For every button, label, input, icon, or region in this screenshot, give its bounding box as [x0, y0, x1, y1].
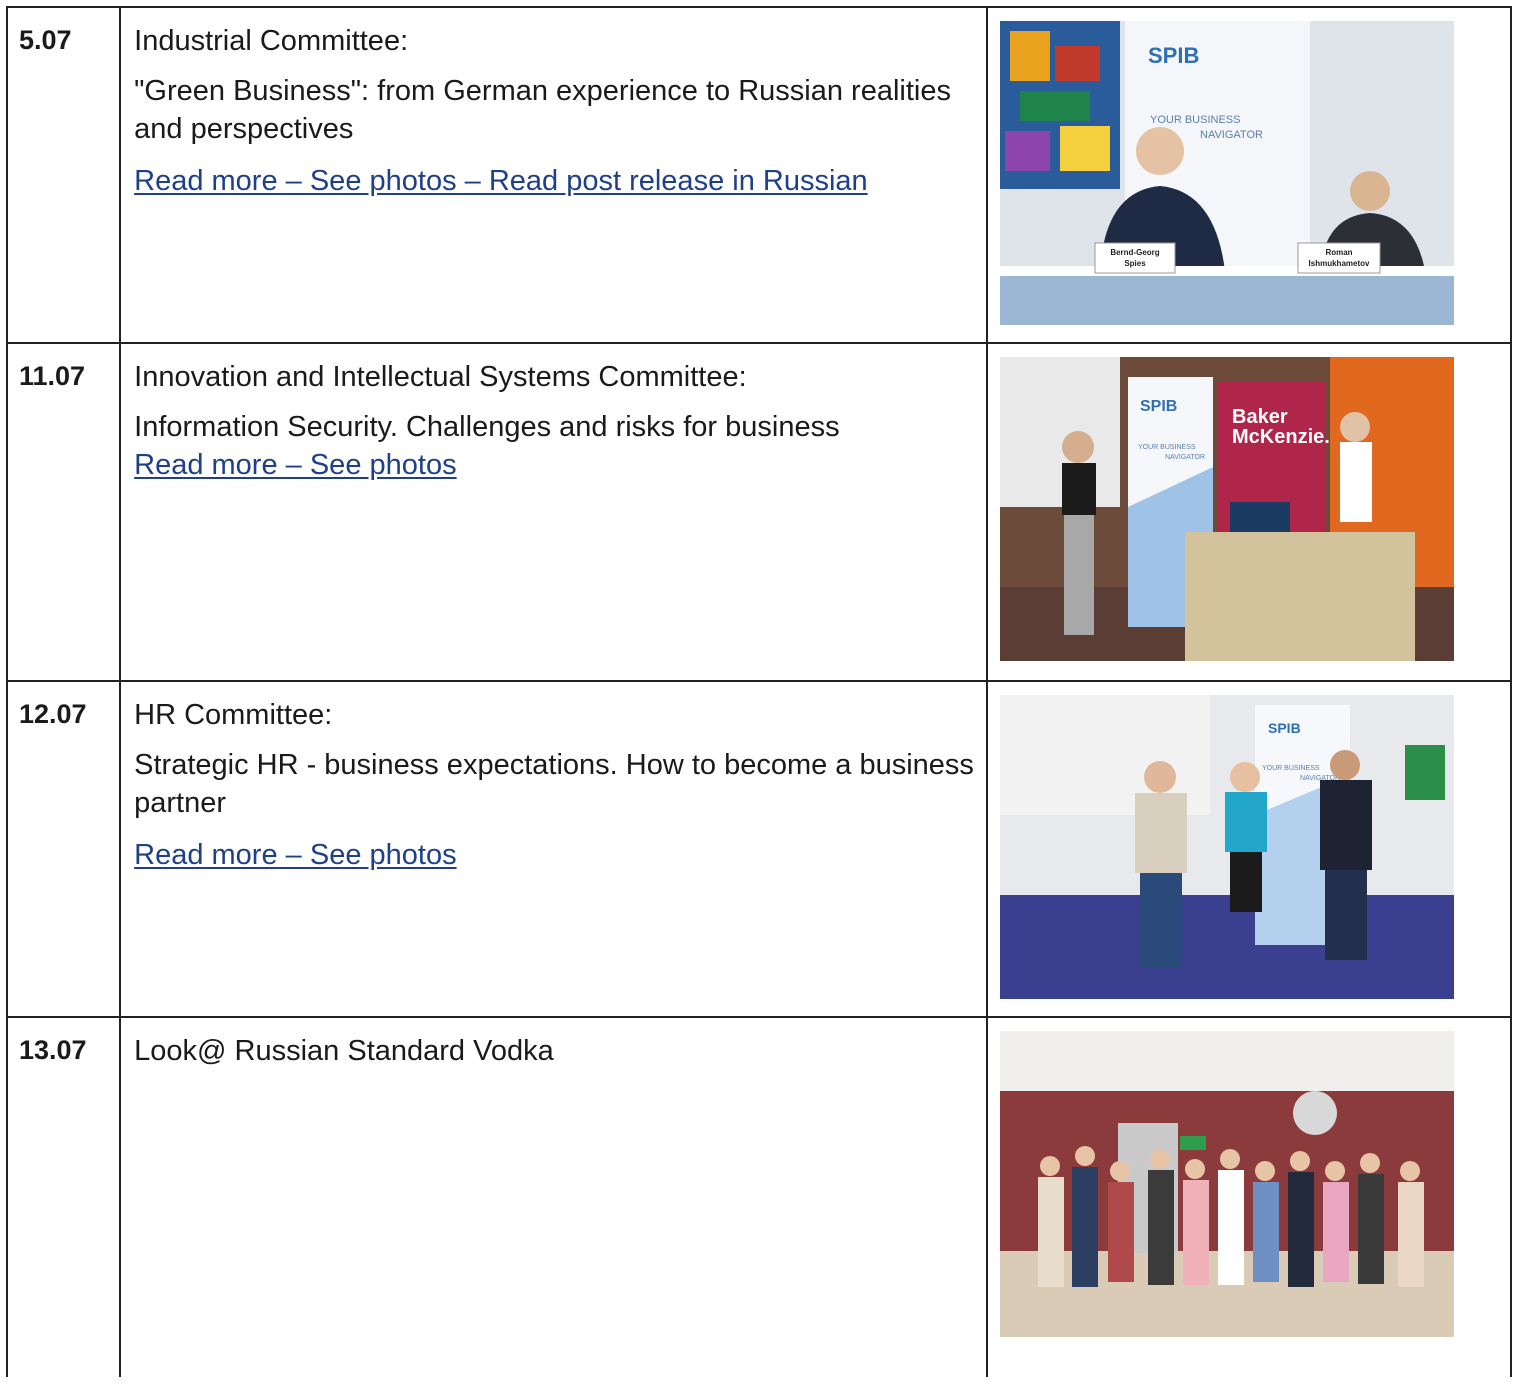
event-date: 5.07: [5, 6, 122, 344]
committee-name: Innovation and Intellectual Systems Comm…: [134, 361, 747, 393]
event-links: Read more – See photos: [134, 446, 976, 484]
event-description: Look@ Russian Standard Vodka: [119, 1016, 989, 1377]
event-photo-cell: [986, 1016, 1512, 1377]
committee-name: Industrial Committee:: [134, 25, 409, 57]
event-description: Innovation and Intellectual Systems Comm…: [119, 342, 989, 682]
read-more-link[interactable]: Read more: [134, 839, 277, 871]
event-description: HR Committee: Strategic HR - business ex…: [119, 680, 989, 1018]
table-row: 12.07 HR Committee: Strategic HR - busin…: [5, 680, 1512, 1018]
read-more-link[interactable]: Read more: [134, 165, 286, 197]
event-topic: "Green Business": from German experience…: [134, 75, 951, 145]
banner-brand: SPIB: [1140, 398, 1177, 415]
event-photo-cell: SPIB YOUR BUSINESS NAVIGATOR Bernd-Georg…: [986, 6, 1512, 344]
event-description: Industrial Committee: "Green Business": …: [119, 6, 989, 344]
event-date: 12.07: [5, 680, 122, 1018]
nameplate-2-line1: Roman: [1326, 248, 1353, 257]
banner-line1: YOUR BUSINESS: [1138, 444, 1196, 451]
event-photo: SPIB YOUR BUSINESS NAVIGATOR Bernd-Georg…: [1000, 21, 1455, 325]
sponsor-line1: Baker: [1232, 406, 1288, 428]
committee-name: Look@ Russian Standard Vodka: [134, 1035, 554, 1067]
event-photo: SPIB YOUR BUSINESS NAVIGATOR Baker McKen…: [1000, 357, 1455, 661]
event-date: 13.07: [5, 1016, 122, 1377]
table-row: 5.07 Industrial Committee: "Green Busine…: [5, 6, 1512, 344]
event-photo: [1000, 1031, 1455, 1337]
nameplate-1-line1: Bernd-Georg: [1111, 248, 1160, 257]
event-photo-cell: SPIB YOUR BUSINESS NAVIGATOR: [986, 680, 1512, 1018]
table-row: 11.07 Innovation and Intellectual System…: [5, 342, 1512, 682]
table-row: 13.07 Look@ Russian Standard Vodka: [5, 1016, 1512, 1377]
see-photos-link[interactable]: – See photos: [278, 839, 457, 871]
nameplate-1-line2: Spies: [1125, 259, 1147, 268]
banner-line1: YOUR BUSINESS: [1262, 765, 1320, 772]
banner-line2: NAVIGATOR: [1165, 454, 1205, 461]
banner-brand: SPIB: [1148, 43, 1199, 68]
banner-line2: NAVIGATOR: [1200, 129, 1263, 141]
event-date: 11.07: [5, 342, 122, 682]
banner-brand: SPIB: [1268, 720, 1301, 736]
read-post-release-link[interactable]: – Read post release in Russian: [457, 165, 868, 197]
committee-name: HR Committee:: [134, 699, 333, 731]
event-photo: SPIB YOUR BUSINESS NAVIGATOR: [1000, 695, 1455, 999]
banner-line1: YOUR BUSINESS: [1150, 114, 1240, 126]
event-photo-cell: SPIB YOUR BUSINESS NAVIGATOR Baker McKen…: [986, 342, 1512, 682]
event-links: Read more – See photos – Read post relea…: [134, 162, 976, 200]
sponsor-line2: McKenzie.: [1232, 426, 1330, 448]
event-topic: Strategic HR - business expectations. Ho…: [134, 749, 974, 819]
read-more-link[interactable]: Read more: [134, 449, 286, 481]
see-photos-link[interactable]: – See photos: [286, 449, 457, 481]
event-links: Read more – See photos: [134, 836, 976, 874]
events-table: 5.07 Industrial Committee: "Green Busine…: [5, 6, 1512, 1377]
event-topic: Information Security. Challenges and ris…: [134, 411, 840, 443]
see-photos-link[interactable]: – See photos: [286, 165, 457, 197]
nameplate-2-line2: Ishmukhametov: [1309, 259, 1370, 268]
